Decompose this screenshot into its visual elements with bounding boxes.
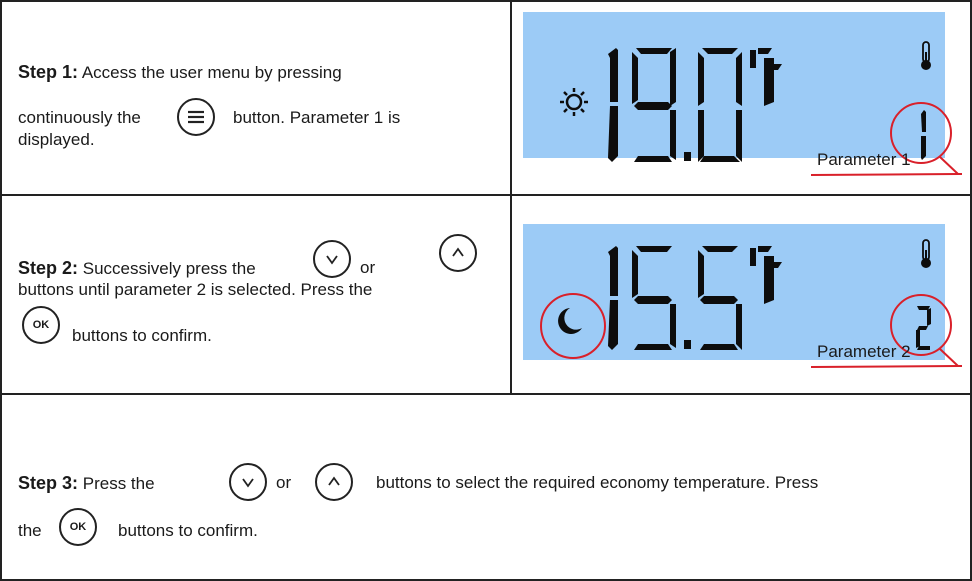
lcd-digit-5b <box>698 246 742 350</box>
up-button[interactable] <box>439 234 477 272</box>
thermometer-icon-2 <box>921 239 931 268</box>
step1-label: Step 1: <box>18 62 79 82</box>
moon-icon <box>558 308 582 334</box>
parameter-digit-2 <box>916 306 931 350</box>
chevron-up-icon <box>328 476 340 486</box>
step1-line3: displayed. <box>18 130 95 149</box>
step3-cell: Step 3: Press the or buttons to select t… <box>0 393 972 581</box>
step2-cell: Step 2: Successively press the or button… <box>0 194 512 395</box>
step1-line2a: continuously the <box>18 108 141 127</box>
sun-icon <box>560 88 588 116</box>
step3-label: Step 3: <box>18 473 79 493</box>
lcd-decimal-point <box>684 152 691 161</box>
step1-line1: Step 1: Access the user menu by pressing <box>18 62 342 83</box>
chevron-down-icon <box>242 478 254 488</box>
parameter-digit-1 <box>921 110 926 160</box>
annotation-underline-1 <box>810 173 959 176</box>
step3-line1: Step 3: Press the <box>18 473 155 494</box>
annotation-underline-2 <box>810 365 959 368</box>
step3-text1: Press the <box>82 474 155 493</box>
lcd-decimal-point-2 <box>684 340 691 349</box>
display1-cell: Parameter 1 <box>510 0 972 196</box>
ok-label: OK <box>32 319 50 331</box>
down-button-2[interactable] <box>229 463 267 501</box>
step3-line1c: buttons to select the required economy t… <box>376 473 819 492</box>
ok-label-2: OK <box>69 521 87 533</box>
annotation-circle-moon <box>540 293 606 359</box>
step1-cell: Step 1: Access the user menu by pressing… <box>0 0 512 196</box>
step3-line2a: the <box>18 521 42 540</box>
chevron-up-icon <box>452 247 464 257</box>
step2-or: or <box>360 258 376 277</box>
menu-icon <box>188 110 204 124</box>
chevron-down-icon <box>326 255 338 265</box>
ok-button[interactable]: OK <box>22 306 60 344</box>
step3-line2b: buttons to confirm. <box>118 521 258 540</box>
step2-text1: Successively press the <box>82 259 256 278</box>
lcd-unit-celsius-2 <box>750 246 782 304</box>
annotation-label-2: Parameter 2 <box>817 342 911 361</box>
instruction-table: Step 1: Access the user menu by pressing… <box>0 0 972 581</box>
lcd-digit-5 <box>632 246 676 350</box>
up-button-2[interactable] <box>315 463 353 501</box>
step1-line2b: button. Parameter 1 is <box>233 108 401 127</box>
down-button[interactable] <box>313 240 351 278</box>
thermometer-icon <box>921 41 931 70</box>
step2-line3: buttons to confirm. <box>72 326 212 345</box>
lcd-unit-celsius <box>750 48 782 106</box>
lcd-digit-0 <box>698 48 742 162</box>
step2-label: Step 2: <box>18 258 79 278</box>
lcd-digit-1 <box>608 48 618 162</box>
lcd-digit-9 <box>632 48 676 162</box>
ok-button-2[interactable]: OK <box>59 508 97 546</box>
menu-button[interactable] <box>177 98 215 136</box>
step2-line1: Step 2: Successively press the <box>18 258 256 279</box>
display2-cell: Parameter 2 <box>510 194 972 395</box>
display2-graphics <box>540 239 962 368</box>
step2-line2: buttons until parameter 2 is selected. P… <box>18 280 373 299</box>
step1-text1: Access the user menu by pressing <box>81 63 342 82</box>
step3-or: or <box>276 473 292 492</box>
lcd-digit-1b <box>608 246 618 350</box>
annotation-label-1: Parameter 1 <box>817 150 911 169</box>
